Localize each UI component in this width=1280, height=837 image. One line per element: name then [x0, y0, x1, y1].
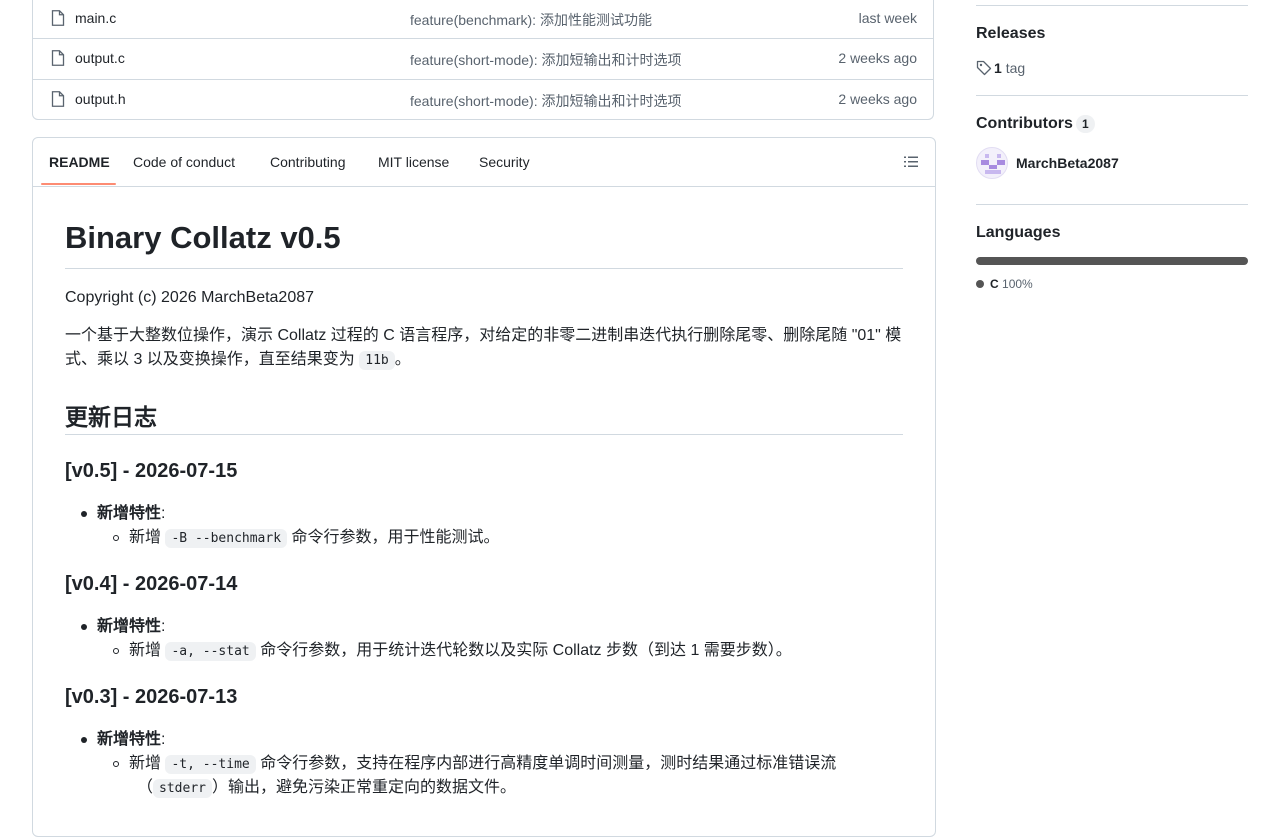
feature-label: 新增特性 [97, 731, 162, 748]
file-row[interactable]: main.c feature(benchmark): 添加性能测试功能 last… [33, 0, 933, 39]
colon: : [161, 618, 166, 635]
list-item: 新增 -t, --time 命令行参数，支持在程序内部进行高精度单调时间测量，测… [113, 752, 849, 777]
commit-message-link[interactable]: feature(short-mode): 添加短输出和计时选项 [410, 91, 682, 111]
list-item: 新增 -B --benchmark 命令行参数，用于性能测试。 [113, 526, 849, 551]
item-text: 命令行参数，用于统计迭代轮数以及实际 Collatz 步数（到达 1 需要步数）… [260, 642, 792, 659]
readme-tabs: README Code of conduct Contributing MIT … [33, 138, 935, 187]
releases-heading[interactable]: Releases [976, 25, 1045, 43]
active-tab-indicator [41, 183, 116, 185]
language-percent: 100% [1002, 277, 1033, 291]
item-text-line2: ）输出，避免污染正常重定向的数据文件。 [211, 779, 516, 796]
table-of-contents-icon[interactable] [903, 154, 919, 170]
intro-end: 。 [394, 351, 411, 368]
copyright-text: Copyright (c) 2026 MarchBeta2087 [65, 289, 315, 306]
item-text: 命令行参数，用于性能测试。 [291, 529, 500, 546]
version-heading: [v0.5] - 2026-07-15 [65, 460, 238, 482]
file-name-link[interactable]: main.c [75, 10, 116, 26]
list-item: 新增特性: [80, 728, 166, 752]
language-bar [976, 257, 1248, 265]
list-item: 新增 -a, --stat 命令行参数，用于统计迭代轮数以及实际 Collatz… [113, 639, 849, 664]
tab-contributing[interactable]: Contributing [270, 154, 346, 170]
inline-code: -a, --stat [165, 642, 256, 661]
list-item-continuation: （stderr ）输出，避免污染正常重定向的数据文件。 [137, 776, 897, 801]
tags-link[interactable]: 1 tag [976, 60, 1025, 79]
feature-label: 新增特性 [97, 505, 162, 522]
colon: : [161, 505, 166, 522]
readme-panel: README Code of conduct Contributing MIT … [32, 137, 936, 837]
divider [65, 434, 903, 435]
tab-code-of-conduct[interactable]: Code of conduct [133, 154, 235, 170]
colon: : [161, 731, 166, 748]
divider [65, 268, 903, 269]
item-prefix: 新增 [129, 755, 162, 772]
avatar[interactable] [976, 147, 1008, 179]
item-text: 命令行参数，支持在程序内部进行高精度单调时间测量，测时结果通过标准错误流 [260, 755, 837, 772]
feature-label: 新增特性 [97, 618, 162, 635]
language-item[interactable]: C 100% [976, 277, 1033, 291]
file-icon [51, 91, 65, 107]
inline-code: -B --benchmark [165, 529, 288, 548]
sidebar-divider [976, 5, 1248, 6]
version-heading: [v0.3] - 2026-07-13 [65, 686, 238, 708]
tab-readme[interactable]: README [49, 154, 110, 170]
file-row[interactable]: output.h feature(short-mode): 添加短输出和计时选项… [33, 79, 933, 120]
file-name-link[interactable]: output.c [75, 50, 125, 66]
inline-code: 11b [359, 351, 395, 370]
item-prefix: 新增 [129, 642, 162, 659]
sidebar-divider [976, 204, 1248, 205]
inline-code: stderr [153, 779, 212, 798]
list-item: 新增特性: [80, 615, 166, 639]
commit-date: 2 weeks ago [838, 91, 917, 107]
list-item: 新增特性: [80, 502, 166, 526]
tab-license[interactable]: MIT license [378, 154, 449, 170]
file-name-link[interactable]: output.h [75, 91, 126, 107]
intro-text: 一个基于大整数位操作，演示 Collatz 过程的 C 语言程序，对给定的非零二… [65, 327, 902, 368]
language-dot-icon [976, 280, 984, 288]
paren-open: （ [137, 779, 154, 796]
contributors-count: 1 [1076, 115, 1095, 133]
commit-message-link[interactable]: feature(benchmark): 添加性能测试功能 [410, 10, 652, 30]
tag-count: 1 [994, 60, 1002, 76]
version-heading: [v0.4] - 2026-07-14 [65, 573, 238, 595]
commit-date: 2 weeks ago [838, 50, 917, 66]
readme-title: Binary Collatz v0.5 [65, 220, 341, 255]
commit-date: last week [858, 10, 917, 26]
file-icon [51, 10, 65, 26]
file-icon [51, 50, 65, 66]
languages-heading: Languages [976, 224, 1061, 241]
tab-security[interactable]: Security [479, 154, 530, 170]
tag-icon [976, 60, 992, 79]
tag-label: tag [1005, 60, 1026, 76]
file-list: main.c feature(benchmark): 添加性能测试功能 last… [32, 0, 934, 120]
contributor-name[interactable]: MarchBeta2087 [1016, 155, 1119, 171]
file-row[interactable]: output.c feature(short-mode): 添加短输出和计时选项… [33, 38, 933, 79]
language-name: C [990, 277, 999, 291]
inline-code: -t, --time [165, 755, 256, 774]
contributors-heading[interactable]: Contributors [976, 115, 1073, 133]
commit-message-link[interactable]: feature(short-mode): 添加短输出和计时选项 [410, 50, 682, 70]
item-prefix: 新增 [129, 529, 162, 546]
sidebar-divider [976, 95, 1248, 96]
changelog-heading: 更新日志 [65, 404, 157, 430]
intro-paragraph: 一个基于大整数位操作，演示 Collatz 过程的 C 语言程序，对给定的非零二… [65, 324, 905, 373]
